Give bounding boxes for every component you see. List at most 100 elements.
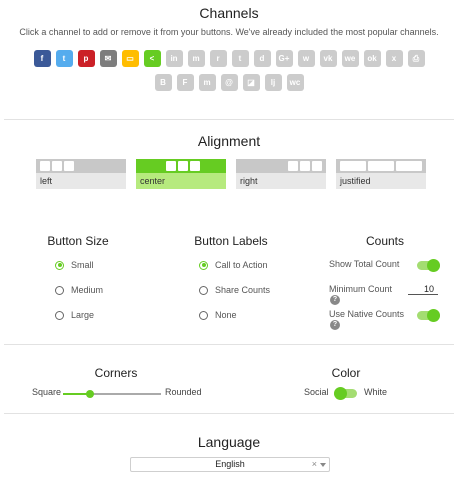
alignment-preview: [36, 159, 126, 173]
button-labels-option-call-to-action[interactable]: Call to Action: [199, 260, 268, 270]
whatsapp-icon: w: [302, 53, 310, 63]
channel-row-2: B Fm @ ◪ lj wc: [0, 74, 458, 91]
preview-button-block: [40, 161, 50, 171]
color-title: Color: [331, 366, 361, 380]
alignment-preview: [136, 159, 226, 173]
channel-weibo-button[interactable]: we: [341, 50, 359, 67]
sms-icon: ▭: [126, 53, 134, 63]
preview-button-block: [340, 161, 366, 171]
channel-whatsapp-button[interactable]: w: [297, 50, 315, 67]
channel-wechat-button[interactable]: wc: [286, 74, 304, 91]
corners-title: Corners: [94, 366, 138, 380]
button-labels-option-share-counts[interactable]: Share Counts: [199, 285, 270, 295]
corners-slider[interactable]: [63, 390, 161, 398]
channel-messenger-button[interactable]: m: [187, 50, 205, 67]
mailru-icon: @: [225, 77, 233, 87]
channel-facebook-button[interactable]: f: [33, 50, 51, 67]
channel-sms-button[interactable]: ▭: [121, 50, 139, 67]
radio-button[interactable]: [55, 260, 64, 270]
radio-button[interactable]: [55, 285, 64, 295]
language-selected-value: English: [215, 459, 245, 469]
channels-title: Channels: [199, 5, 259, 21]
radio-label: Medium: [71, 285, 104, 295]
channel-twitter-button[interactable]: t: [55, 50, 73, 67]
native-counts-help-icon[interactable]: ?: [330, 320, 340, 330]
channel-linkedin-button[interactable]: in: [165, 50, 183, 67]
minimum-count-input[interactable]: [408, 283, 438, 295]
divider: [4, 119, 454, 120]
chevron-down-icon[interactable]: [320, 463, 326, 467]
button-labels-option-none[interactable]: None: [199, 310, 237, 320]
meneame-icon: m: [203, 77, 211, 87]
twitter-icon: t: [62, 53, 66, 63]
show-total-count-label: Show Total Count: [329, 259, 400, 269]
channel-mailru-button[interactable]: @: [220, 74, 238, 91]
alignment-preview: [236, 159, 326, 173]
channel-reddit-button[interactable]: r: [209, 50, 227, 67]
show-total-count-toggle[interactable]: [417, 259, 440, 272]
flipboard-icon: F: [182, 77, 188, 87]
divider: [4, 344, 454, 345]
digg-icon: d: [259, 53, 265, 63]
email-icon: ✉: [104, 53, 112, 63]
use-native-counts-toggle[interactable]: [417, 309, 440, 322]
button-size-option-large[interactable]: Large: [55, 310, 94, 320]
toggle-knob: [427, 259, 440, 272]
alignment-option-label: right: [236, 173, 326, 189]
sharethis-icon: <: [149, 53, 155, 63]
radio-button[interactable]: [55, 310, 64, 320]
language-select[interactable]: English ×: [130, 457, 330, 472]
channel-tumblr-button[interactable]: t: [231, 50, 249, 67]
preview-button-block: [52, 161, 62, 171]
channel-meneame-button[interactable]: m: [198, 74, 216, 91]
alignment-option-center[interactable]: center: [136, 159, 226, 189]
channel-delicious-button[interactable]: ◪: [242, 74, 260, 91]
corners-slider-handle[interactable]: [86, 390, 95, 398]
channels-subtitle: Click a channel to add or remove it from…: [19, 27, 439, 37]
channel-digg-button[interactable]: d: [253, 50, 271, 67]
channel-pinterest-button[interactable]: p: [77, 50, 95, 67]
radio-button[interactable]: [199, 310, 208, 320]
radio-label: Call to Action: [215, 260, 268, 270]
channel-sharethis-button[interactable]: <: [143, 50, 161, 67]
counts-title: Counts: [365, 234, 405, 248]
pinterest-icon: p: [83, 53, 89, 63]
divider: [4, 413, 454, 414]
alignment-preview: [336, 159, 426, 173]
channel-blogger-button[interactable]: B: [154, 74, 172, 91]
toggle-knob: [334, 387, 347, 400]
corners-square-label: Square: [32, 387, 62, 397]
channel-livejournal-button[interactable]: lj: [264, 74, 282, 91]
button-size-option-medium[interactable]: Medium: [55, 285, 103, 295]
radio-button[interactable]: [199, 260, 208, 270]
radio-button[interactable]: [199, 285, 208, 295]
corners-rounded-label: Rounded: [165, 387, 202, 397]
print-icon: ⎙: [412, 53, 420, 63]
minimum-count-label: Minimum Count: [329, 284, 393, 294]
livejournal-icon: lj: [270, 77, 276, 87]
use-native-counts-label: Use Native Counts: [329, 309, 405, 319]
wechat-icon: wc: [289, 77, 301, 87]
channel-email-button[interactable]: ✉: [99, 50, 117, 67]
button-size-option-small[interactable]: Small: [55, 260, 94, 270]
tumblr-icon: t: [238, 53, 242, 63]
channel-vk-button[interactable]: vk: [319, 50, 337, 67]
color-toggle[interactable]: [334, 387, 357, 400]
clear-selection-icon[interactable]: ×: [312, 458, 317, 471]
channel-row-1: f t p ✉ ▭ < in m r t d G+ w vk we ok x ⎙: [0, 50, 458, 67]
radio-label: None: [215, 310, 237, 320]
preview-button-block: [396, 161, 422, 171]
language-title: Language: [197, 434, 261, 450]
color-social-label: Social: [304, 387, 329, 397]
channel-print-button[interactable]: ⎙: [407, 50, 425, 67]
alignment-option-justified[interactable]: justified: [336, 159, 426, 189]
minimum-count-help-icon[interactable]: ?: [330, 295, 340, 305]
alignment-option-right[interactable]: right: [236, 159, 326, 189]
channel-flipboard-button[interactable]: F: [176, 74, 194, 91]
channel-xing-button[interactable]: x: [385, 50, 403, 67]
preview-button-block: [300, 161, 310, 171]
channel-googleplus-button[interactable]: G+: [275, 50, 293, 67]
alignment-option-left[interactable]: left: [36, 159, 126, 189]
radio-label: Large: [71, 310, 95, 320]
channel-odnoklassniki-button[interactable]: ok: [363, 50, 381, 67]
